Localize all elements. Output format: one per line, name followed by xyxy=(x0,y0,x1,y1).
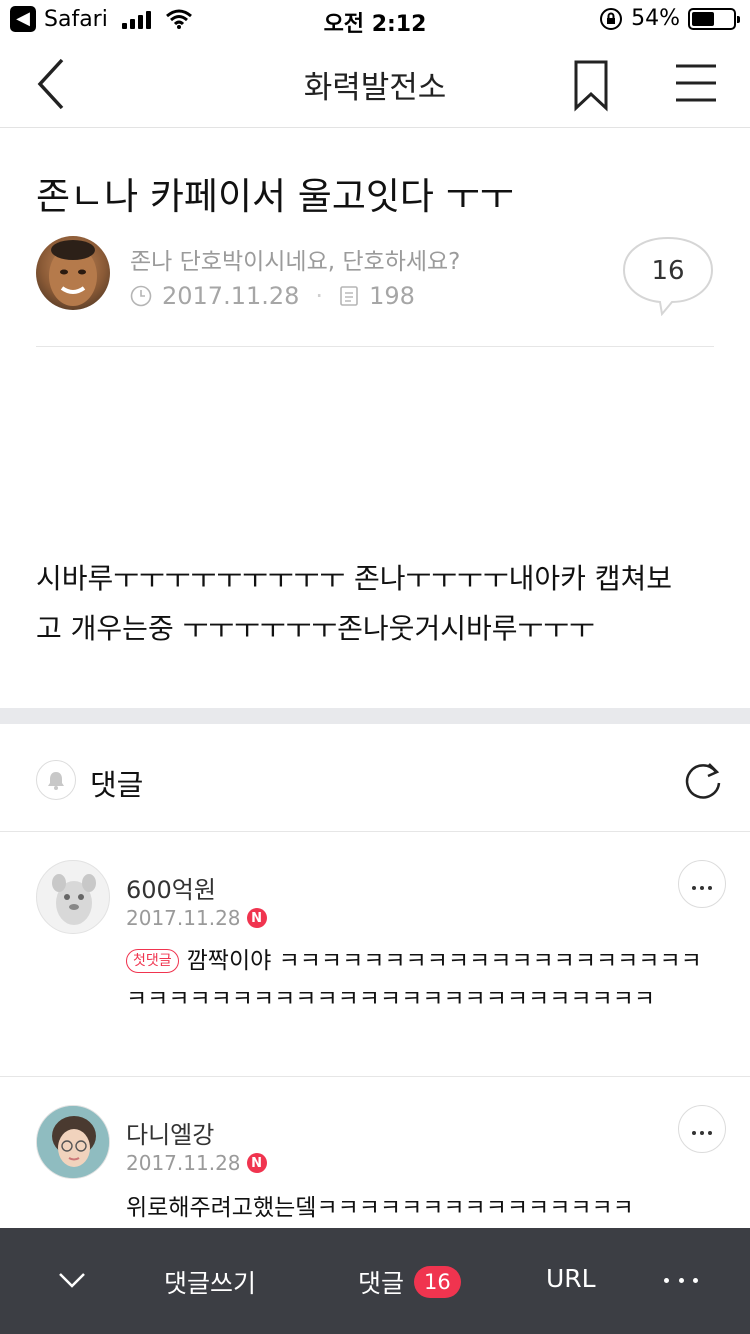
hamburger-menu-icon[interactable] xyxy=(672,62,720,104)
battery-percent: 54% xyxy=(631,6,680,31)
battery-fill xyxy=(692,11,714,26)
author-face-illustration xyxy=(49,240,97,306)
orientation-lock-icon xyxy=(600,7,623,30)
view-count: 198 xyxy=(369,282,415,310)
commenter-photo xyxy=(37,1106,109,1178)
comments-button-label: 댓글 xyxy=(358,1269,405,1298)
clock-icon xyxy=(130,285,152,307)
comment-date: 2017.11.28 xyxy=(126,906,241,930)
section-separator xyxy=(0,708,750,724)
post-meta: 2017.11.28 · 198 xyxy=(130,282,415,310)
comment-text: 위로해주려고했는뎈ㅋㅋㅋㅋㅋㅋㅋㅋㅋㅋㅋㅋㅋㅋㅋ xyxy=(126,1195,634,1221)
post-body-line: 시바루ㅜㅜㅜㅜㅜㅜㅜㅜㅜ 존나ㅜㅜㅜㅜ내아카 캡쳐보 xyxy=(36,562,673,595)
bookmark-icon[interactable] xyxy=(566,58,616,112)
post-title: 존ㄴ나 카페이서 울고잇다 ㅜㅜ xyxy=(36,175,514,218)
author-name[interactable]: 존나 단호박이시네요, 단호하세요? xyxy=(130,242,460,276)
url-button[interactable]: URL xyxy=(546,1264,596,1293)
bell-icon xyxy=(48,772,64,790)
cafe-title[interactable]: 화력발전소 xyxy=(0,62,750,107)
battery-icon xyxy=(688,7,740,30)
refresh-icon[interactable] xyxy=(682,760,724,802)
status-right: 54% xyxy=(599,6,740,31)
commenter-name[interactable]: 다니엘강 xyxy=(126,1115,214,1150)
more-horizontal-icon[interactable] xyxy=(664,1266,698,1294)
comment-more-button[interactable] xyxy=(678,1105,726,1153)
post-body-line: 고 개우는중 ㅜㅜㅜㅜㅜㅜ존나웃거시바루ㅜㅜㅜ xyxy=(36,612,595,645)
comment-date: 2017.11.28 xyxy=(126,1151,241,1175)
comment-item: 600억원 2017.11.28 N 첫댓글 깜짝이야 ㅋㅋㅋㅋㅋㅋㅋㅋㅋㅋㅋㅋㅋ… xyxy=(0,832,750,1076)
bottom-toolbar: 댓글쓰기 댓글 16 URL xyxy=(0,1228,750,1334)
bell-button[interactable] xyxy=(36,760,76,800)
write-comment-button[interactable]: 댓글쓰기 xyxy=(164,1264,256,1300)
post-body: 시바루ㅜㅜㅜㅜㅜㅜㅜㅜㅜ 존나ㅜㅜㅜㅜ내아카 캡쳐보 고 개우는중 ㅜㅜㅜㅜㅜㅜ… xyxy=(36,554,716,654)
commenter-avatar[interactable] xyxy=(36,1105,110,1179)
comment-meta: 2017.11.28 N xyxy=(126,1151,267,1175)
chevron-down-icon[interactable] xyxy=(52,1260,92,1300)
comment-text: 깜짝이야 ㅋㅋㅋㅋㅋㅋㅋㅋㅋㅋㅋㅋㅋㅋㅋㅋㅋㅋㅋㅋㅋㅋㅋㅋㅋㅋㅋㅋㅋㅋㅋㅋㅋㅋㅋ… xyxy=(126,948,702,1012)
meta-separator: · xyxy=(315,282,324,310)
comments-count-badge: 16 xyxy=(414,1266,461,1298)
author-avatar[interactable] xyxy=(36,236,110,310)
new-badge: N xyxy=(246,908,267,928)
comment-meta: 2017.11.28 N xyxy=(126,906,267,930)
post-date: 2017.11.28 xyxy=(162,282,300,310)
status-bar: ◀ Safari 오전 2:12 54% xyxy=(0,0,750,40)
more-horizontal-icon xyxy=(690,1120,714,1139)
commenter-name[interactable]: 600억원 xyxy=(126,870,216,905)
nav-bar: 화력발전소 xyxy=(0,40,750,128)
comments-label: 댓글 xyxy=(90,768,144,802)
comment-count[interactable]: 16 xyxy=(622,256,714,286)
commenter-avatar[interactable] xyxy=(36,860,110,934)
comment-item: 다니엘강 2017.11.28 N 위로해주려고했는뎈ㅋㅋㅋㅋㅋㅋㅋㅋㅋㅋㅋㅋㅋ… xyxy=(0,1077,750,1228)
comments-header: 댓글 xyxy=(0,724,750,832)
default-character-avatar xyxy=(52,874,96,925)
new-badge: N xyxy=(246,1153,267,1173)
comment-more-button[interactable] xyxy=(678,860,726,908)
more-horizontal-icon xyxy=(690,875,714,894)
comment-text-block: 첫댓글 깜짝이야 ㅋㅋㅋㅋㅋㅋㅋㅋㅋㅋㅋㅋㅋㅋㅋㅋㅋㅋㅋㅋㅋㅋㅋㅋㅋㅋㅋㅋㅋㅋㅋㅋ… xyxy=(126,942,716,1018)
comments-button[interactable]: 댓글 16 xyxy=(358,1264,461,1300)
divider xyxy=(36,346,714,347)
document-icon xyxy=(340,286,358,306)
first-comment-badge: 첫댓글 xyxy=(126,949,179,973)
